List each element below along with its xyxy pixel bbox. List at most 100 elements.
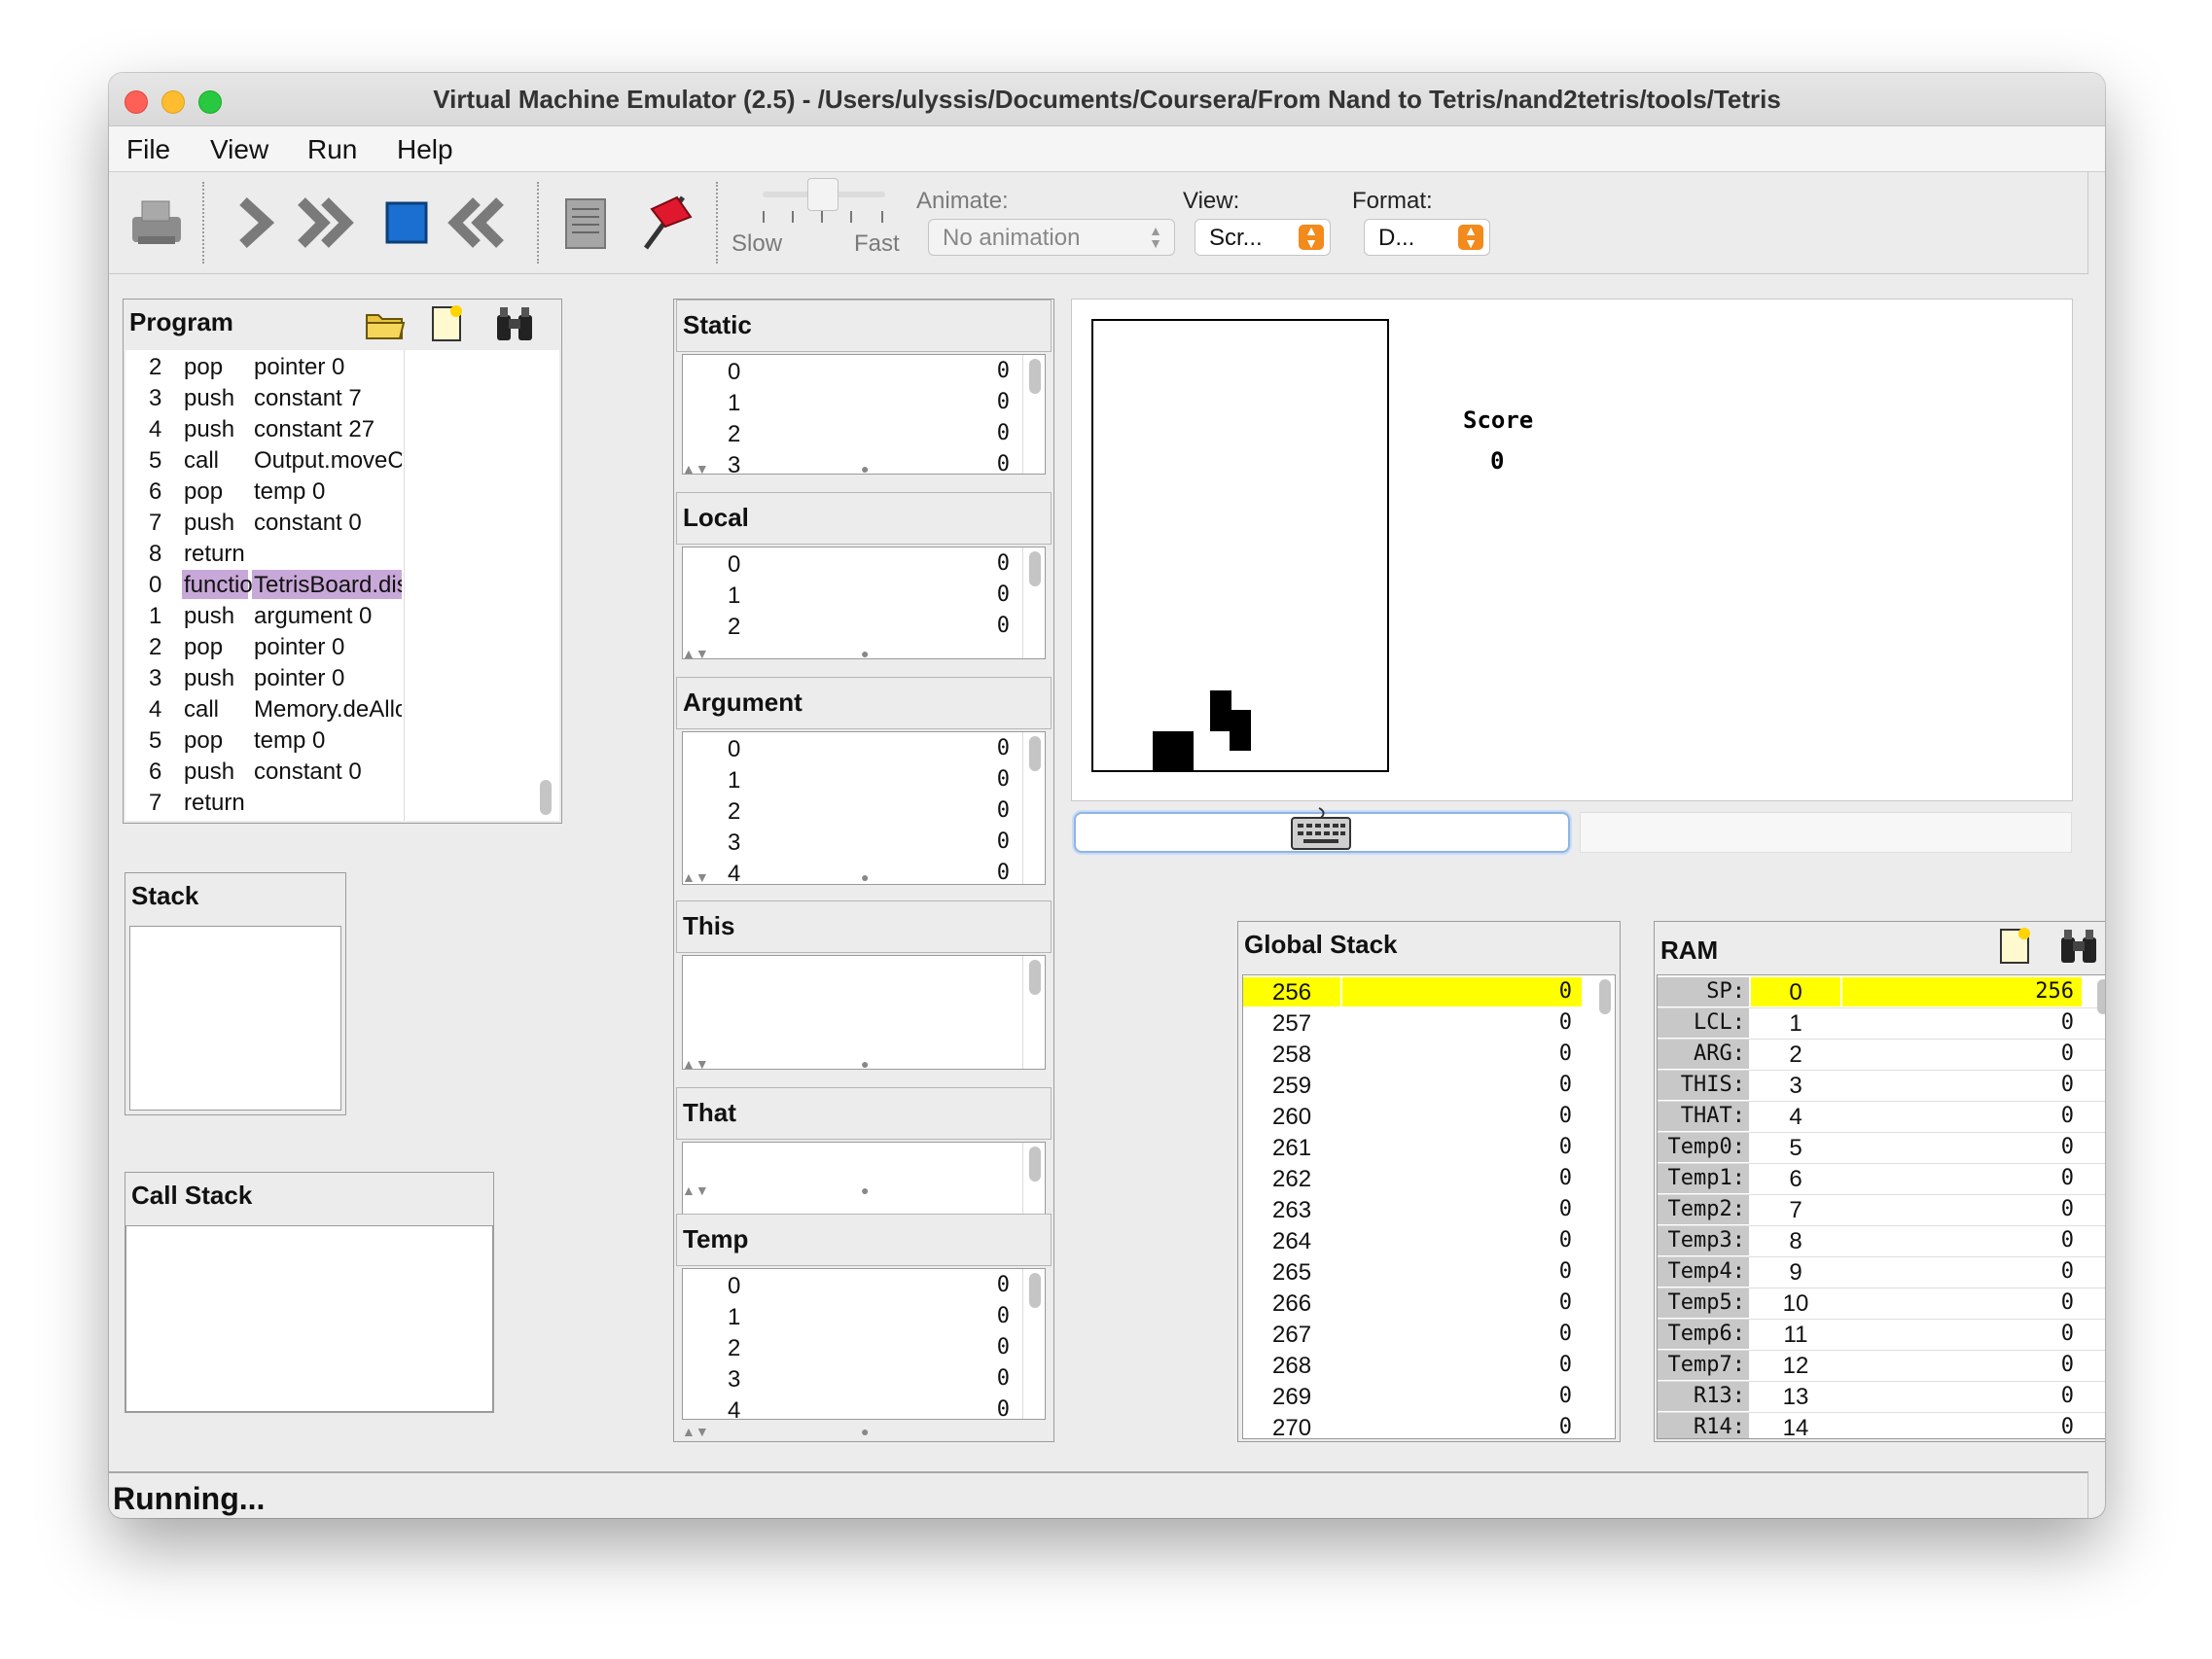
new-file-icon[interactable]: [1995, 926, 2034, 967]
ram-row[interactable]: Temp7: 12 0: [1658, 1351, 2105, 1382]
keyboard-input[interactable]: [1074, 807, 1570, 853]
segment-list[interactable]: 0010203040: [682, 1268, 1046, 1420]
ram-row[interactable]: THIS: 3 0: [1658, 1071, 2105, 1102]
segment-row[interactable]: 20: [683, 1333, 1045, 1364]
segment-row[interactable]: 30: [683, 1364, 1045, 1395]
ram-row[interactable]: Temp1: 6 0: [1658, 1164, 2105, 1195]
stop-button[interactable]: [374, 188, 442, 256]
program-row[interactable]: 7 push constant 0: [125, 508, 559, 539]
reset-button[interactable]: [440, 188, 508, 256]
segment-scrollbar[interactable]: [1029, 1273, 1041, 1308]
ram-row[interactable]: Temp3: 8 0: [1658, 1226, 2105, 1257]
global-stack-row[interactable]: 261 0: [1243, 1133, 1615, 1164]
resize-divider[interactable]: ▲▼ ●: [680, 1424, 1050, 1441]
segment-row[interactable]: 00: [683, 549, 1045, 581]
segment-scrollbar[interactable]: [1029, 1147, 1041, 1182]
global-stack-scrollbar[interactable]: [1599, 979, 1611, 1014]
resize-divider[interactable]: ▲▼ ●: [680, 869, 1050, 887]
ram-row[interactable]: SP: 0 256: [1658, 977, 2105, 1008]
global-stack-row[interactable]: 260 0: [1243, 1102, 1615, 1133]
resize-divider[interactable]: ▲▼ ●: [680, 1182, 1050, 1200]
binoculars-icon[interactable]: [2057, 928, 2100, 967]
stack-list[interactable]: [129, 926, 341, 1111]
segment-row[interactable]: 00: [683, 734, 1045, 765]
segment-row[interactable]: 10: [683, 1302, 1045, 1333]
binoculars-icon[interactable]: [493, 305, 536, 344]
ram-scrollbar[interactable]: [2097, 979, 2105, 1014]
speed-slider-knob[interactable]: [807, 178, 838, 211]
resize-divider[interactable]: ▲▼ ●: [680, 646, 1050, 663]
menu-help[interactable]: Help: [397, 134, 453, 165]
ram-list[interactable]: SP: 0 256 LCL: 1 0 ARG: 2 0 THIS: 3 0 THAT: 4 0 Temp0: 5…: [1657, 974, 2105, 1439]
segment-row[interactable]: 00: [683, 357, 1045, 388]
menu-run[interactable]: Run: [307, 134, 357, 165]
ram-row[interactable]: Temp4: 9 0: [1658, 1257, 2105, 1288]
global-stack-row[interactable]: 258 0: [1243, 1040, 1615, 1071]
global-stack-row[interactable]: 257 0: [1243, 1008, 1615, 1040]
global-stack-row[interactable]: 270 0: [1243, 1413, 1615, 1438]
global-stack-row[interactable]: 269 0: [1243, 1382, 1615, 1413]
global-stack-row[interactable]: 265 0: [1243, 1257, 1615, 1288]
program-row[interactable]: 0 functionTetrisBoard.disp...: [125, 570, 559, 601]
program-row[interactable]: 2 pop pointer 0: [125, 352, 559, 383]
segment-scrollbar[interactable]: [1029, 736, 1041, 771]
segment-list[interactable]: [682, 1142, 1046, 1218]
program-list[interactable]: 2 pop pointer 0 3 push constant 7 4 push constan…: [125, 350, 559, 821]
program-row[interactable]: 3 push pointer 0: [125, 663, 559, 694]
segment-row[interactable]: 30: [683, 828, 1045, 859]
segment-row[interactable]: 20: [683, 419, 1045, 450]
resize-divider[interactable]: ▲▼ ●: [680, 1056, 1050, 1074]
segment-row[interactable]: 10: [683, 581, 1045, 612]
menu-file[interactable]: File: [126, 134, 170, 165]
global-stack-row[interactable]: 262 0: [1243, 1164, 1615, 1195]
program-row[interactable]: 6 push constant 0: [125, 757, 559, 788]
menu-view[interactable]: View: [210, 134, 268, 165]
program-row[interactable]: 3 push constant 7: [125, 383, 559, 414]
call-stack-list[interactable]: [125, 1225, 493, 1412]
global-stack-row[interactable]: 267 0: [1243, 1320, 1615, 1351]
program-row[interactable]: 4 push constant 27: [125, 414, 559, 445]
segment-row[interactable]: 10: [683, 765, 1045, 796]
segment-list[interactable]: [682, 955, 1046, 1070]
new-file-icon[interactable]: [427, 303, 466, 344]
ram-row[interactable]: Temp6: 11 0: [1658, 1320, 2105, 1351]
ram-row[interactable]: R14: 14 0: [1658, 1413, 2105, 1438]
animate-select[interactable]: No animation ▲ ▼: [928, 219, 1175, 256]
program-scrollbar[interactable]: [540, 780, 552, 815]
program-row[interactable]: 4 call Memory.deAlloc 1: [125, 694, 559, 725]
ram-row[interactable]: Temp2: 7 0: [1658, 1195, 2105, 1226]
breakpoints-button[interactable]: [632, 188, 700, 256]
global-stack-row[interactable]: 266 0: [1243, 1288, 1615, 1320]
ram-row[interactable]: Temp0: 5 0: [1658, 1133, 2105, 1164]
ram-row[interactable]: Temp5: 10 0: [1658, 1288, 2105, 1320]
global-stack-row[interactable]: 263 0: [1243, 1195, 1615, 1226]
program-row[interactable]: 7 return: [125, 788, 559, 819]
segment-list[interactable]: 00102030: [682, 354, 1046, 475]
open-folder-icon[interactable]: [363, 305, 408, 344]
program-row[interactable]: 1 push argument 0: [125, 601, 559, 632]
ram-row[interactable]: ARG: 2 0: [1658, 1040, 2105, 1071]
ram-row[interactable]: THAT: 4 0: [1658, 1102, 2105, 1133]
global-stack-row[interactable]: 268 0: [1243, 1351, 1615, 1382]
run-button[interactable]: [294, 188, 362, 256]
program-row[interactable]: 5 pop temp 0: [125, 725, 559, 757]
global-stack-list[interactable]: 256 0 257 0 258 0 259 0 260 0 261 0 262 0 263 0 264 0 265 0…: [1242, 974, 1616, 1439]
single-step-button[interactable]: [222, 188, 290, 256]
program-row[interactable]: 8 return: [125, 539, 559, 570]
segment-row[interactable]: 40: [683, 1395, 1045, 1419]
script-button[interactable]: [553, 188, 621, 256]
segment-list[interactable]: 001020: [682, 547, 1046, 659]
program-row[interactable]: 2 pop pointer 0: [125, 632, 559, 663]
program-row[interactable]: 6 pop temp 0: [125, 477, 559, 508]
segment-row[interactable]: 00: [683, 1271, 1045, 1302]
format-select[interactable]: D... ▲ ▼: [1364, 219, 1490, 256]
global-stack-row[interactable]: 256 0: [1243, 977, 1615, 1008]
load-program-button[interactable]: [123, 188, 191, 256]
segment-scrollbar[interactable]: [1029, 960, 1041, 995]
segment-list[interactable]: 0010203040: [682, 731, 1046, 885]
view-select[interactable]: Scr... ▲ ▼: [1195, 219, 1331, 256]
segment-scrollbar[interactable]: [1029, 551, 1041, 586]
segment-row[interactable]: 20: [683, 796, 1045, 828]
segment-row[interactable]: 20: [683, 612, 1045, 643]
ram-row[interactable]: R13: 13 0: [1658, 1382, 2105, 1413]
